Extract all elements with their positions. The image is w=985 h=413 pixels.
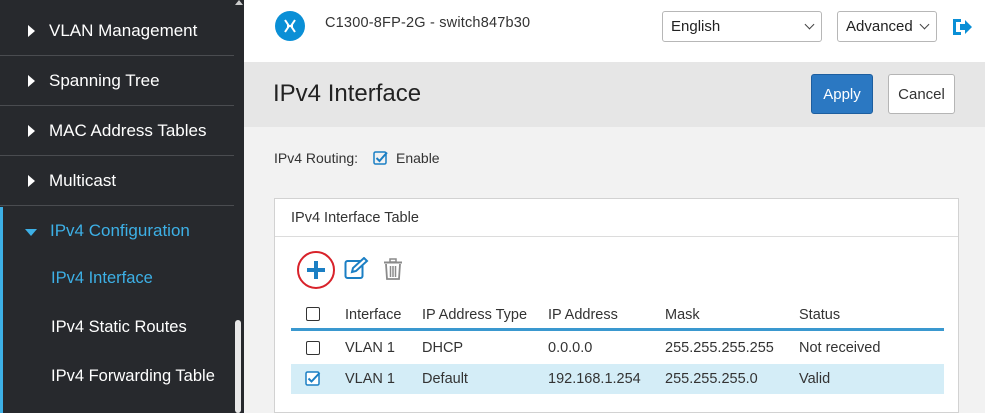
mode-value: Advanced [846, 18, 913, 35]
sidebar-item-label: Multicast [49, 170, 117, 190]
trash-icon [384, 258, 402, 280]
cell-interface: VLAN 1 [345, 371, 395, 387]
edit-icon [344, 256, 369, 279]
column-header-ip-address[interactable]: IP Address [548, 307, 618, 323]
mode-select[interactable]: Advanced [837, 11, 937, 42]
table-row[interactable]: VLAN 1 DHCP 0.0.0.0 255.255.255.255 Not … [291, 333, 944, 363]
delete-button[interactable] [383, 258, 403, 285]
ipv4-routing-checkbox[interactable] [373, 150, 389, 171]
column-header-mask[interactable]: Mask [665, 307, 700, 323]
sidebar: VLAN Management Spanning Tree MAC Addres… [0, 0, 244, 413]
apply-button[interactable]: Apply [811, 74, 873, 114]
select-all-checkbox[interactable] [306, 307, 320, 321]
sidebar-item-vlan-management[interactable]: VLAN Management [0, 6, 234, 56]
column-header-status[interactable]: Status [799, 307, 840, 323]
cell-ip-address-type: DHCP [422, 340, 464, 356]
cell-mask: 255.255.255.0 [665, 371, 758, 387]
sidebar-subitem-ipv4-forwarding-table[interactable]: IPv4 Forwarding Table [51, 367, 215, 386]
edit-button[interactable] [344, 256, 370, 286]
sidebar-item-spanning-tree[interactable]: Spanning Tree [0, 56, 234, 106]
ipv4-routing-label: IPv4 Routing: [274, 150, 359, 166]
cancel-button[interactable]: Cancel [888, 74, 955, 114]
sidebar-item-label: Spanning Tree [49, 70, 160, 90]
scroll-up-icon[interactable] [235, 0, 243, 5]
column-header-interface[interactable]: Interface [345, 307, 401, 323]
language-value: English [671, 18, 721, 35]
language-select[interactable]: English [662, 11, 822, 42]
sidebar-subitem-ipv4-interface[interactable]: IPv4 Interface [51, 269, 153, 288]
sidebar-subitem-ipv4-static-routes[interactable]: IPv4 Static Routes [51, 318, 187, 337]
top-header: C1300-8FP-2G - switch847b30 English Adva… [244, 0, 985, 62]
page-title: IPv4 Interface [273, 80, 422, 107]
logout-icon[interactable] [951, 17, 973, 42]
add-button[interactable] [297, 251, 335, 289]
cell-ip-address: 192.168.1.254 [548, 371, 641, 387]
table-title: IPv4 Interface Table [275, 199, 958, 237]
caret-right-icon [28, 74, 35, 87]
column-header-ip-address-type[interactable]: IP Address Type [422, 307, 527, 323]
caret-right-icon [28, 124, 35, 137]
caret-right-icon [28, 174, 35, 187]
device-name: C1300-8FP-2G - switch847b30 [325, 15, 531, 31]
ipv4-routing-enable-label: Enable [396, 150, 440, 166]
sidebar-item-label: MAC Address Tables [49, 120, 207, 140]
row-checkbox-checked[interactable] [305, 370, 322, 392]
chevron-down-icon [919, 19, 930, 30]
row-checkbox[interactable] [306, 341, 320, 355]
title-bar: IPv4 Interface Apply Cancel [244, 62, 985, 127]
table-header: Interface IP Address Type IP Address Mas… [291, 299, 944, 331]
caret-down-icon [25, 229, 37, 236]
cell-status: Valid [799, 371, 831, 387]
sidebar-item-multicast[interactable]: Multicast [0, 156, 234, 206]
cell-interface: VLAN 1 [345, 340, 395, 356]
table-row[interactable]: VLAN 1 Default 192.168.1.254 255.255.255… [291, 364, 944, 394]
cell-mask: 255.255.255.255 [665, 340, 774, 356]
plus-icon [307, 261, 325, 279]
chevron-down-icon [804, 19, 815, 30]
sidebar-scroll-thumb[interactable] [235, 320, 241, 413]
sidebar-item-mac-address-tables[interactable]: MAC Address Tables [0, 106, 234, 156]
cell-ip-address-type: Default [422, 371, 468, 387]
sidebar-item-label: VLAN Management [49, 20, 198, 40]
sidebar-item-ipv4-configuration[interactable]: IPv4 Configuration [0, 206, 234, 256]
ipv4-interface-table-panel: IPv4 Interface Table Interface IP Addres… [274, 198, 959, 413]
cell-ip-address: 0.0.0.0 [548, 340, 593, 356]
caret-right-icon [28, 24, 35, 37]
cell-status: Not received [799, 340, 881, 356]
sidebar-item-label: IPv4 Configuration [50, 221, 190, 240]
device-logo-icon [275, 11, 305, 41]
